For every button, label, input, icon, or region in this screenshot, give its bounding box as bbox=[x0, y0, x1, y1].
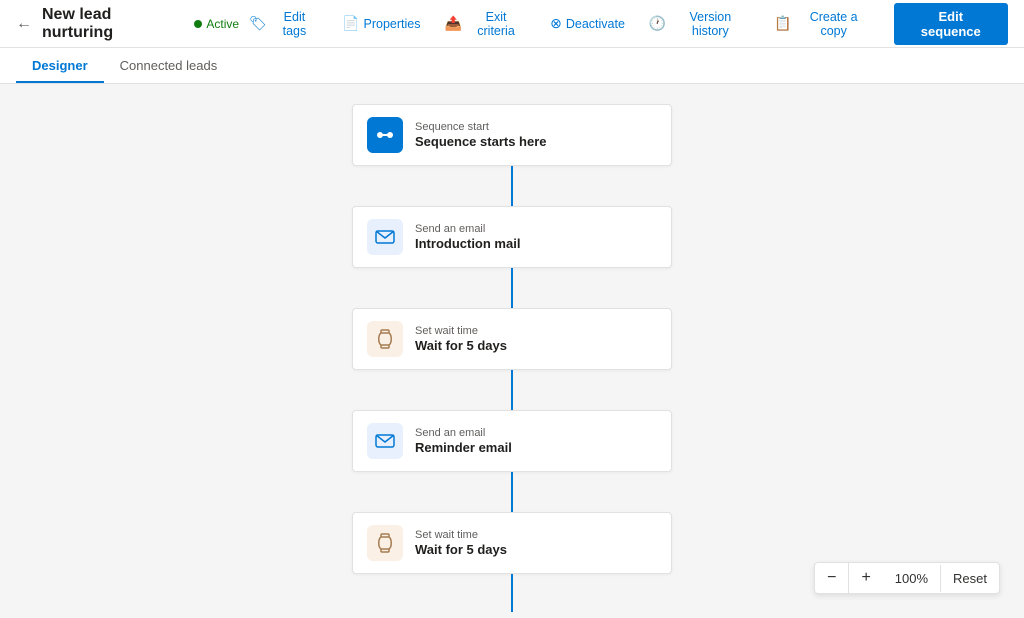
wait-icon-2 bbox=[375, 533, 395, 553]
email-icon-box-2 bbox=[367, 423, 403, 459]
wait-1-name: Wait for 5 days bbox=[415, 338, 507, 353]
status-label: Active bbox=[206, 17, 239, 31]
edit-tags-btn[interactable]: 🏷 Edit tags bbox=[239, 5, 328, 43]
zoom-controls: − + 100% Reset bbox=[814, 562, 1000, 594]
deactivate-icon: ⊗ bbox=[550, 15, 562, 32]
connector-2 bbox=[511, 370, 513, 410]
version-history-icon: 🕐 bbox=[649, 15, 666, 32]
connector-1 bbox=[511, 268, 513, 308]
tabs-bar: Designer Connected leads bbox=[0, 48, 1024, 84]
status-dot bbox=[194, 20, 202, 28]
properties-icon: 📄 bbox=[342, 15, 359, 32]
node-wrapper-2: Set wait time Wait for 5 days bbox=[352, 308, 672, 410]
exit-criteria-icon: 📤 bbox=[445, 15, 462, 32]
reminder-email-name: Reminder email bbox=[415, 440, 512, 455]
reminder-email-type: Send an email bbox=[415, 427, 512, 439]
intro-mail-type: Send an email bbox=[415, 223, 520, 235]
start-icon-box bbox=[367, 117, 403, 153]
email-icon-box-1 bbox=[367, 219, 403, 255]
wait-2-name: Wait for 5 days bbox=[415, 542, 507, 557]
zoom-in-button[interactable]: + bbox=[849, 563, 882, 593]
wait-icon-box-2 bbox=[367, 525, 403, 561]
header: ← New lead nurturing Active 🏷 Edit tags … bbox=[0, 0, 1024, 48]
sequence-start-node[interactable]: Sequence start Sequence starts here bbox=[352, 104, 672, 166]
connector-3 bbox=[511, 472, 513, 512]
intro-mail-content: Send an email Introduction mail bbox=[415, 223, 520, 251]
page-title: New lead nurturing bbox=[42, 6, 184, 42]
wait-2-type: Set wait time bbox=[415, 529, 507, 541]
tab-designer[interactable]: Designer bbox=[16, 48, 104, 83]
header-left: ← New lead nurturing Active bbox=[16, 6, 239, 42]
exit-criteria-btn[interactable]: 📤 Exit criteria bbox=[435, 5, 537, 43]
intro-mail-node[interactable]: Send an email Introduction mail bbox=[352, 206, 672, 268]
version-history-btn[interactable]: 🕐 Version history bbox=[639, 5, 760, 43]
tags-icon: 🏷 bbox=[249, 15, 267, 32]
tab-connected-leads[interactable]: Connected leads bbox=[104, 48, 234, 83]
header-actions: 🏷 Edit tags 📄 Properties 📤 Exit criteria… bbox=[239, 3, 1008, 45]
back-button[interactable]: ← bbox=[16, 15, 32, 33]
edit-sequence-button[interactable]: Edit sequence bbox=[894, 3, 1008, 45]
start-icon bbox=[375, 125, 395, 145]
wait-icon-box-1 bbox=[367, 321, 403, 357]
wait-icon-1 bbox=[375, 329, 395, 349]
node-wrapper-0: Sequence start Sequence starts here bbox=[352, 104, 672, 206]
wait-2-content: Set wait time Wait for 5 days bbox=[415, 529, 507, 557]
wait-1-type: Set wait time bbox=[415, 325, 507, 337]
status-badge: Active bbox=[194, 17, 239, 31]
reminder-email-content: Send an email Reminder email bbox=[415, 427, 512, 455]
connector-0 bbox=[511, 166, 513, 206]
deactivate-btn[interactable]: ⊗ Deactivate bbox=[540, 10, 635, 37]
wait-node-1[interactable]: Set wait time Wait for 5 days bbox=[352, 308, 672, 370]
zoom-reset-button[interactable]: Reset bbox=[941, 565, 999, 592]
start-node-type: Sequence start bbox=[415, 121, 547, 133]
intro-mail-name: Introduction mail bbox=[415, 236, 520, 251]
zoom-level-display: 100% bbox=[883, 565, 941, 592]
zoom-out-button[interactable]: − bbox=[815, 563, 849, 593]
properties-btn[interactable]: 📄 Properties bbox=[332, 10, 430, 37]
start-node-name: Sequence starts here bbox=[415, 134, 547, 149]
email-icon-1 bbox=[375, 230, 395, 244]
node-wrapper-1: Send an email Introduction mail bbox=[352, 206, 672, 308]
create-copy-icon: 📋 bbox=[774, 15, 791, 32]
sequence-canvas: Sequence start Sequence starts here Send… bbox=[0, 84, 1024, 612]
node-wrapper-4: Set wait time Wait for 5 days bbox=[352, 512, 672, 612]
start-node-content: Sequence start Sequence starts here bbox=[415, 121, 547, 149]
reminder-email-node[interactable]: Send an email Reminder email bbox=[352, 410, 672, 472]
node-wrapper-3: Send an email Reminder email bbox=[352, 410, 672, 512]
email-icon-2 bbox=[375, 434, 395, 448]
create-copy-btn[interactable]: 📋 Create a copy bbox=[764, 5, 881, 43]
wait-1-content: Set wait time Wait for 5 days bbox=[415, 325, 507, 353]
connector-4 bbox=[511, 574, 513, 612]
wait-node-2[interactable]: Set wait time Wait for 5 days bbox=[352, 512, 672, 574]
